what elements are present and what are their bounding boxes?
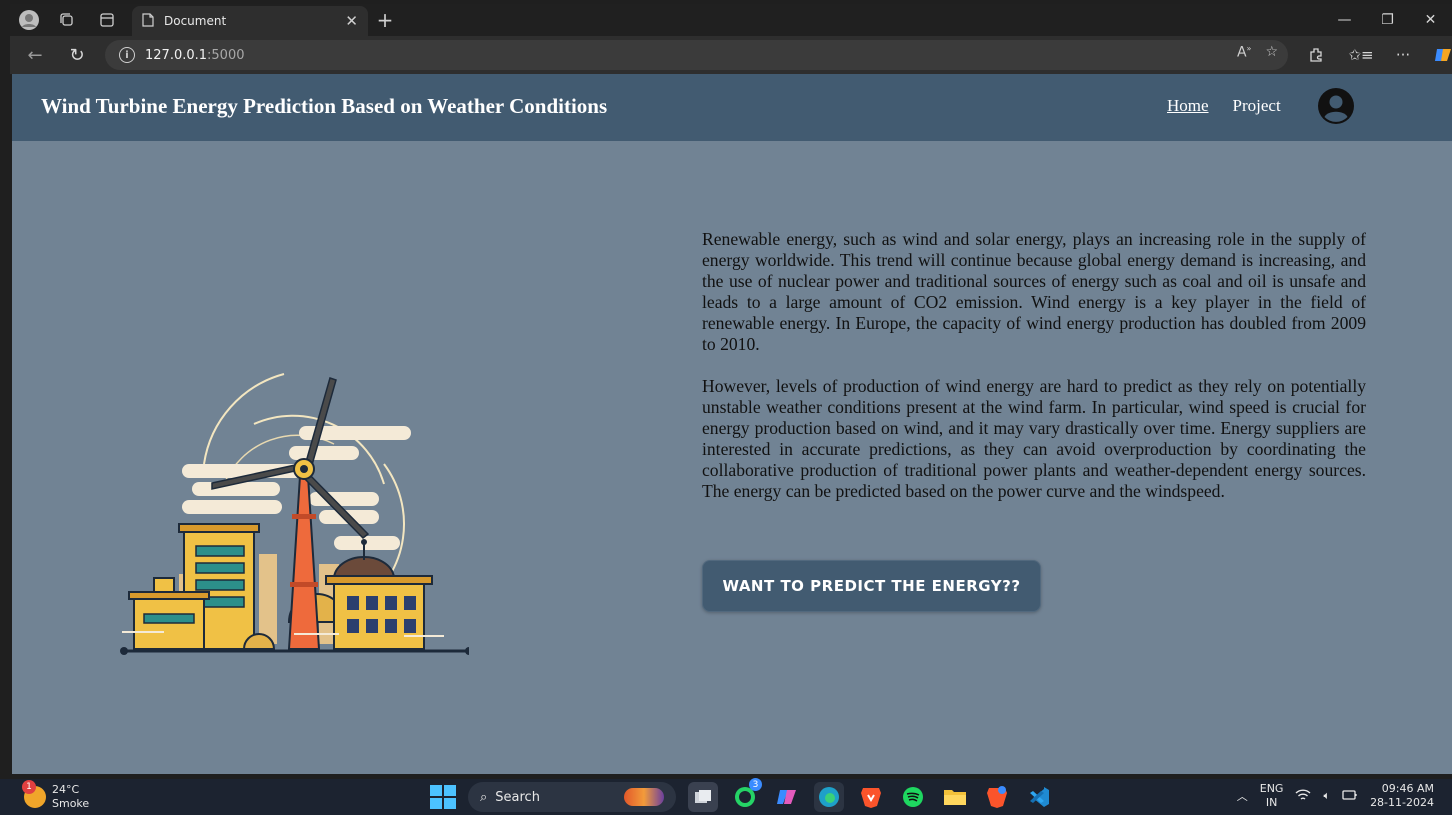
omnibox-actions: A» ☆ <box>1237 44 1278 61</box>
file-explorer-icon[interactable] <box>940 782 970 812</box>
read-aloud-icon[interactable]: A» <box>1237 44 1251 61</box>
minimize-icon[interactable]: — <box>1323 4 1366 36</box>
url-port: :5000 <box>207 47 245 63</box>
predict-energy-button[interactable]: WANT TO PREDICT THE ENERGY?? <box>702 560 1041 612</box>
clock-time: 09:46 AM <box>1381 782 1434 795</box>
back-icon[interactable]: ← <box>20 41 50 69</box>
clock[interactable]: 09:46 AM 28-11-2024 <box>1370 782 1434 810</box>
site-header: Wind Turbine Energy Prediction Based on … <box>12 74 1452 141</box>
browser-tab-bar: Document ✕ + — ❐ ✕ <box>10 4 1452 36</box>
wind-turbine-illustration <box>120 373 469 655</box>
search-highlight-icon <box>624 788 664 806</box>
intro-paragraph-1: Renewable energy, such as wind and solar… <box>702 229 1366 354</box>
restore-icon[interactable]: ❐ <box>1366 4 1409 36</box>
wifi-icon[interactable] <box>1295 788 1311 805</box>
taskbar-apps: ⌕ Search 3 <box>428 778 1054 812</box>
favorite-star-icon[interactable]: ☆ <box>1265 44 1278 61</box>
edge-icon[interactable] <box>814 782 844 812</box>
intro-paragraph-2: However, levels of production of wind en… <box>702 376 1366 501</box>
site-nav: Home Project <box>1167 96 1281 116</box>
document-icon <box>142 12 154 30</box>
battery-icon[interactable] <box>1342 789 1358 804</box>
window-controls: — ❐ ✕ <box>1323 4 1452 36</box>
windows-start-icon[interactable] <box>428 783 456 811</box>
nav-home-link[interactable]: Home <box>1167 96 1209 116</box>
refresh-icon[interactable]: ↻ <box>62 41 92 69</box>
whatsapp-badge: 3 <box>749 778 762 791</box>
info-icon[interactable]: i <box>119 47 135 63</box>
tab-title: Document <box>164 14 227 28</box>
brave-profile-icon[interactable] <box>982 782 1012 812</box>
windows-taskbar: 1 24°C Smoke ⌕ Search 3 ︿ ENG IN 🔈︎ 09:4… <box>0 778 1452 815</box>
extensions-icon[interactable] <box>1301 41 1331 69</box>
close-window-icon[interactable]: ✕ <box>1409 4 1452 36</box>
chevron-up-icon[interactable]: ︿ <box>1237 788 1248 804</box>
url-host: 127.0.0.1 <box>145 47 208 63</box>
copilot-app-icon[interactable] <box>772 782 802 812</box>
address-bar[interactable]: i 127.0.0.1:5000 A» ☆ <box>105 40 1288 70</box>
browser-toolbar: ← ↻ i 127.0.0.1:5000 A» ☆ ✩≡ ··· <box>10 36 1452 74</box>
web-page: Wind Turbine Energy Prediction Based on … <box>12 74 1452 774</box>
whatsapp-icon[interactable]: 3 <box>730 778 762 812</box>
spotify-icon[interactable] <box>898 782 928 812</box>
volume-icon[interactable]: 🔈︎ <box>1323 789 1330 803</box>
user-avatar-icon[interactable] <box>1318 88 1354 124</box>
tab-document[interactable]: Document ✕ <box>132 6 368 36</box>
clock-date: 28-11-2024 <box>1370 796 1434 809</box>
workspaces-icon[interactable] <box>52 5 82 35</box>
screen: Document ✕ + — ❐ ✕ ← ↻ i 127.0.0.1:5000 … <box>0 0 1452 815</box>
weather-widget[interactable]: 1 24°C Smoke <box>22 780 90 811</box>
close-icon[interactable]: ✕ <box>345 12 358 30</box>
profile-icon[interactable] <box>14 5 44 35</box>
task-view-icon[interactable] <box>688 782 718 812</box>
site-title: Wind Turbine Energy Prediction Based on … <box>41 94 608 118</box>
search-label: Search <box>495 789 540 805</box>
lang-top: ENG <box>1259 782 1284 795</box>
language-indicator[interactable]: ENG IN <box>1260 782 1284 810</box>
weather-badge: 1 <box>22 780 36 794</box>
weather-desc: Smoke <box>52 797 90 810</box>
nav-project-link[interactable]: Project <box>1233 96 1281 116</box>
vscode-icon[interactable] <box>1024 782 1054 812</box>
brave-icon[interactable] <box>856 782 886 812</box>
system-tray: ︿ ENG IN 🔈︎ 09:46 AM 28-11-2024 <box>1237 782 1452 810</box>
favorites-icon[interactable]: ✩≡ <box>1346 41 1376 69</box>
copilot-icon[interactable] <box>1428 41 1452 69</box>
lang-bottom: IN <box>1265 796 1278 809</box>
search-icon: ⌕ <box>480 789 488 805</box>
tab-actions-icon[interactable] <box>92 5 122 35</box>
taskbar-search[interactable]: ⌕ Search <box>468 782 676 812</box>
weather-icon: 1 <box>22 780 46 808</box>
intro-text: Renewable energy, such as wind and solar… <box>702 229 1366 523</box>
new-tab-icon[interactable]: + <box>370 5 400 35</box>
more-icon[interactable]: ··· <box>1388 41 1418 69</box>
weather-temp: 24°C <box>52 783 80 796</box>
